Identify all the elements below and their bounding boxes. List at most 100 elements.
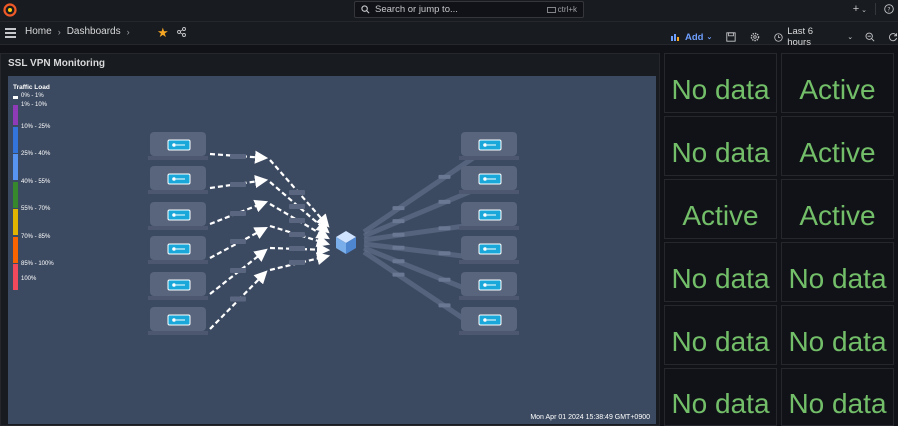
- vpn-gateway-node: [459, 236, 519, 264]
- add-button-label: Add: [685, 31, 704, 43]
- edge-label-box: [230, 211, 246, 216]
- add-button[interactable]: Add ⌄: [671, 32, 712, 43]
- breadcrumb-home[interactable]: Home: [25, 26, 52, 37]
- search-input[interactable]: Search or jump to... ctrl+k: [354, 1, 584, 18]
- edge-label-box: [438, 251, 451, 256]
- time-picker-button[interactable]: Last 6 hours ⌄: [774, 26, 853, 48]
- breadcrumb: Home › Dashboards ›: [25, 26, 130, 37]
- key-icon: [483, 283, 487, 287]
- menu-icon[interactable]: [5, 28, 16, 40]
- edge-label-box: [230, 268, 246, 273]
- node-card-base: [148, 226, 208, 230]
- edge-label-box: [289, 204, 305, 209]
- edge-label-box: [289, 246, 305, 251]
- node-card-base: [459, 260, 519, 264]
- favorite-star-icon[interactable]: ★: [157, 25, 169, 41]
- stat-panel[interactable]: No data: [781, 305, 894, 365]
- key-icon: [483, 213, 487, 217]
- edge-label-box: [230, 154, 246, 159]
- node-card-base: [459, 331, 519, 335]
- key-icon: [172, 213, 176, 217]
- edge-label-box: [230, 296, 246, 302]
- hub-node: [336, 231, 356, 254]
- time-range-label: Last 6 hours: [787, 26, 814, 48]
- divider: [875, 3, 876, 15]
- stat-value: No data: [671, 326, 770, 357]
- node-card-base: [459, 296, 519, 300]
- chevron-down-icon: ⌄: [859, 7, 867, 14]
- stat-value: No data: [671, 388, 770, 419]
- dashboard-nav-bar: Home › Dashboards › ★ Add ⌄ Last 6 hours…: [0, 22, 898, 48]
- edge-label-box: [392, 245, 405, 250]
- render-timestamp: Mon Apr 01 2024 15:38:49 GMT+0900: [530, 414, 650, 421]
- save-icon[interactable]: [726, 32, 736, 42]
- stat-panel[interactable]: No data: [664, 305, 777, 365]
- stat-panel[interactable]: Active: [781, 53, 894, 113]
- edge-label-box: [392, 259, 405, 264]
- zoom-out-icon[interactable]: [865, 32, 875, 42]
- vpn-gateway-node: [459, 166, 519, 194]
- stat-panel[interactable]: No data: [781, 368, 894, 426]
- stat-value: No data: [671, 74, 770, 105]
- edge-label-box: [289, 260, 305, 265]
- key-icon: [172, 143, 176, 147]
- topology-graph: [148, 132, 519, 335]
- add-panel-icon: [671, 34, 679, 41]
- refresh-icon[interactable]: [888, 32, 898, 42]
- help-icon[interactable]: ?: [884, 4, 894, 14]
- key-icon: [483, 247, 487, 251]
- ssl-vpn-monitoring-panel[interactable]: SSL VPN Monitoring Traffic Load 0% - 1% 1…: [0, 53, 660, 426]
- key-icon: [172, 177, 176, 181]
- vpn-gateway-node: [148, 272, 208, 300]
- vpn-gateway-node: [459, 307, 519, 335]
- svg-text:?: ?: [887, 6, 890, 13]
- chevron-down-icon: ⌄: [706, 34, 713, 41]
- edge-label-box: [438, 174, 451, 179]
- key-icon: [483, 177, 487, 181]
- share-icon[interactable]: [177, 27, 186, 37]
- edge-label-box: [438, 199, 451, 204]
- stat-panel[interactable]: No data: [664, 242, 777, 302]
- stat-value: No data: [788, 263, 887, 294]
- edge-label-box: [438, 303, 451, 308]
- breadcrumb-dashboards[interactable]: Dashboards: [67, 26, 121, 37]
- node-card-base: [459, 226, 519, 230]
- stat-panel[interactable]: Active: [781, 116, 894, 176]
- stat-panel[interactable]: No data: [664, 368, 777, 426]
- stat-value: No data: [671, 137, 770, 168]
- vpn-gateway-node: [459, 132, 519, 160]
- settings-gear-icon[interactable]: [750, 32, 760, 42]
- edge-label-box: [392, 206, 405, 211]
- key-icon: [483, 318, 487, 322]
- dashboard-controls: Add ⌄ Last 6 hours ⌄: [671, 26, 898, 48]
- chevron-right-icon: ›: [57, 26, 61, 37]
- shortcut-label: ctrl+k: [557, 5, 577, 14]
- grafana-logo-icon[interactable]: [3, 3, 17, 17]
- stat-panel[interactable]: No data: [781, 242, 894, 302]
- stat-panel[interactable]: Active: [781, 179, 894, 239]
- vpn-gateway-node: [148, 132, 208, 160]
- edge-label-box: [438, 277, 451, 282]
- top-bar: Search or jump to... ctrl+k + ⌄ ?: [0, 0, 898, 22]
- new-menu-button[interactable]: + ⌄: [853, 3, 867, 15]
- edge-label-box: [289, 232, 305, 237]
- stat-panel[interactable]: Active: [664, 179, 777, 239]
- node-card-base: [148, 156, 208, 160]
- stat-panel[interactable]: No data: [664, 53, 777, 113]
- edge-label-box: [438, 226, 451, 231]
- edge-label-box: [392, 272, 405, 277]
- key-icon: [172, 247, 176, 251]
- clock-icon: [774, 32, 783, 42]
- vpn-gateway-node: [148, 202, 208, 230]
- stat-panel[interactable]: No data: [664, 116, 777, 176]
- key-icon: [172, 283, 176, 287]
- node-card-base: [459, 190, 519, 194]
- chevron-down-icon: ⌄: [847, 34, 854, 41]
- search-placeholder: Search or jump to...: [375, 4, 458, 15]
- search-icon: [361, 5, 370, 14]
- network-topology-canvas[interactable]: Traffic Load 0% - 1% 1% - 10% 10% - 25% 25%…: [8, 76, 656, 424]
- node-card-base: [148, 331, 208, 335]
- key-icon: [172, 318, 176, 322]
- edge-label-box: [230, 239, 246, 244]
- chevron-right-icon: ›: [126, 26, 130, 37]
